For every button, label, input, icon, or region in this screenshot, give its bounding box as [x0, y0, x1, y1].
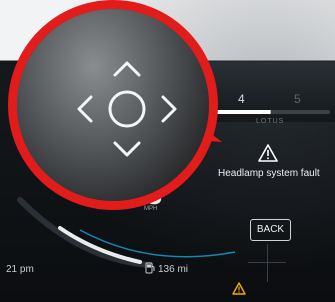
range-readout: 136 mi	[158, 264, 189, 275]
brand-label: LOTUS	[256, 118, 285, 125]
center-ok-icon	[108, 90, 146, 128]
fuel-pump-icon	[145, 262, 155, 274]
back-button[interactable]: BACK	[250, 219, 291, 241]
right-arrow-icon	[161, 95, 177, 123]
left-arrow-icon	[77, 95, 93, 123]
down-arrow-icon	[113, 141, 141, 157]
warning-indicator-icon	[232, 282, 246, 295]
fault-message: Headlamp system fault	[218, 168, 320, 179]
up-arrow-icon	[113, 61, 141, 77]
directional-pad	[77, 61, 177, 157]
crosshair-vertical	[267, 244, 268, 282]
magnifier-callout	[8, 0, 218, 210]
clock-time: 21 pm	[6, 264, 34, 275]
warning-triangle-icon	[258, 144, 278, 162]
gear-indicator-active: 4	[238, 92, 245, 106]
gear-indicator-next: 5	[294, 92, 301, 106]
